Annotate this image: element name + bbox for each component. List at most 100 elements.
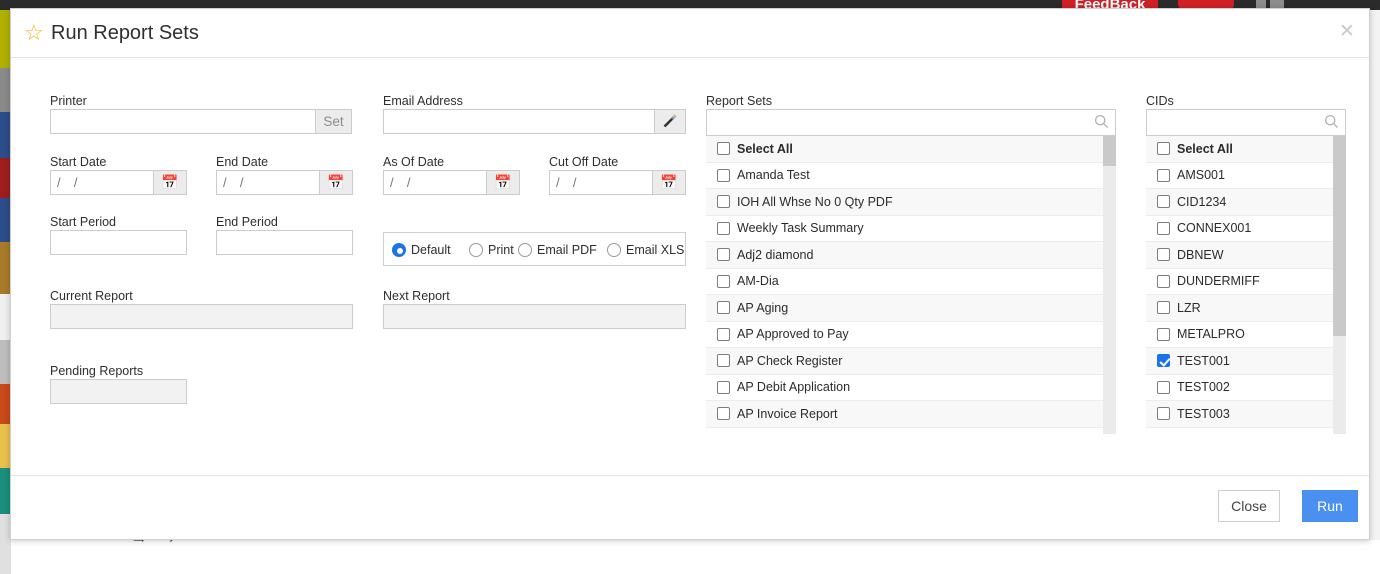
report-set-checkbox[interactable] [717,248,730,261]
list-item[interactable]: TEST002 [1146,375,1346,402]
report-set-label: AP Aging [737,301,788,315]
cid-checkbox[interactable] [1157,248,1170,261]
start-period-label: Start Period [50,215,116,229]
cid-label: TEST001 [1177,354,1230,368]
list-item[interactable]: AMS001 [1146,163,1346,190]
report-sets-search-input[interactable] [707,110,1115,135]
cid-checkbox[interactable] [1157,381,1170,394]
list-item[interactable]: AP Approved to Pay [706,322,1116,349]
list-item[interactable] [1146,428,1346,435]
report-set-checkbox[interactable] [717,275,730,288]
end-period-input[interactable] [216,230,353,255]
dialog-footer: Close Run [11,475,1369,539]
email-address-input[interactable] [383,109,655,134]
report-set-label: Amanda Test [737,168,810,182]
cut-off-date-input[interactable] [549,170,653,195]
list-item[interactable] [706,428,1116,435]
run-report-sets-dialog: ☆ Run Report Sets ✕ Printer Set Start Da… [10,8,1370,540]
as-of-date-calendar-icon[interactable]: 📅 [487,170,520,195]
cids-scrollbar[interactable] [1333,136,1346,434]
end-period-label: End Period [216,215,278,229]
cids-search-input[interactable] [1147,110,1345,135]
cid-checkbox[interactable] [1157,195,1170,208]
report-set-checkbox[interactable] [717,169,730,182]
list-item[interactable]: LZR [1146,295,1346,322]
list-item[interactable]: AP Aging [706,295,1116,322]
list-item[interactable]: DBNEW [1146,242,1346,269]
list-item[interactable]: DUNDERMIFF [1146,269,1346,296]
list-item[interactable]: AP Invoice Report [706,401,1116,428]
list-item[interactable]: AP Debit Application [706,375,1116,402]
end-date-calendar-icon[interactable]: 📅 [320,170,353,195]
list-item[interactable]: TEST003 [1146,401,1346,428]
cid-checkbox[interactable] [1157,222,1170,235]
list-item[interactable]: CONNEX001 [1146,216,1346,243]
list-item[interactable]: IOH All Whse No 0 Qty PDF [706,189,1116,216]
list-item[interactable]: TEST001 [1146,348,1346,375]
report-sets-list[interactable]: Select All Amanda Test IOH All Whse No 0 Q… [706,136,1116,434]
list-item[interactable]: Select All [1146,136,1346,163]
cid-label: Select All [1177,142,1233,156]
list-item[interactable]: Select All [706,136,1116,163]
report-set-checkbox[interactable] [717,407,730,420]
output-mode-radio-group: Default Print Email PDF Email XLS [383,232,686,266]
radio-print[interactable]: Print [469,239,514,261]
as-of-date-input[interactable] [383,170,487,195]
report-sets-scroll-thumb[interactable] [1103,136,1116,166]
list-item[interactable]: AM-Dia [706,269,1116,296]
report-set-label: Weekly Task Summary [737,221,864,235]
report-sets-search-box[interactable] [706,109,1116,136]
start-date-input[interactable] [50,170,154,195]
cid-checkbox[interactable] [1157,301,1170,314]
cid-checkbox[interactable] [1157,142,1170,155]
cid-checkbox[interactable] [1157,275,1170,288]
list-item[interactable]: METALPRO [1146,322,1346,349]
cids-search-box[interactable] [1146,109,1346,136]
close-icon[interactable]: ✕ [1338,23,1356,41]
report-set-checkbox[interactable] [717,328,730,341]
list-item[interactable]: Amanda Test [706,163,1116,190]
start-date-calendar-icon[interactable]: 📅 [154,170,187,195]
radio-default-label: Default [411,243,451,257]
report-set-checkbox[interactable] [717,195,730,208]
end-date-label: End Date [216,155,268,169]
report-sets-scrollbar[interactable] [1103,136,1116,434]
cid-checkbox[interactable] [1157,328,1170,341]
cids-scroll-thumb[interactable] [1333,136,1346,336]
report-set-checkbox[interactable] [717,354,730,367]
run-button[interactable]: Run [1302,490,1358,522]
cid-label: CONNEX001 [1177,221,1251,235]
cid-checkbox[interactable] [1157,354,1170,367]
radio-default[interactable]: Default [392,239,451,261]
report-set-checkbox[interactable] [717,381,730,394]
next-report-input [383,304,686,329]
printer-set-button[interactable]: Set [316,109,352,134]
cids-list[interactable]: Select All AMS001 CID1234 CONNEX001 DBNEW DUN… [1146,136,1346,434]
cids-label: CIDs [1146,94,1174,108]
pending-reports-input [50,379,187,404]
cid-label: AMS001 [1177,168,1225,182]
list-item[interactable]: Weekly Task Summary [706,216,1116,243]
cid-checkbox[interactable] [1157,169,1170,182]
report-set-checkbox[interactable] [717,301,730,314]
list-item[interactable]: CID1234 [1146,189,1346,216]
star-icon[interactable]: ☆ [24,23,44,43]
next-report-label: Next Report [383,289,450,303]
list-item[interactable]: AP Check Register [706,348,1116,375]
start-period-input[interactable] [50,230,187,255]
magic-wand-icon[interactable] [655,109,686,134]
radio-print-label: Print [488,243,514,257]
close-button[interactable]: Close [1218,490,1280,522]
cid-label: DUNDERMIFF [1177,274,1260,288]
end-date-input[interactable] [216,170,320,195]
list-item[interactable]: Adj2 diamond [706,242,1116,269]
cid-checkbox[interactable] [1157,407,1170,420]
report-set-checkbox[interactable] [717,222,730,235]
cut-off-date-calendar-icon[interactable]: 📅 [653,170,686,195]
cut-off-date-label: Cut Off Date [549,155,618,169]
radio-email-xls[interactable]: Email XLS [607,239,684,261]
radio-email-pdf[interactable]: Email PDF [518,239,597,261]
printer-input[interactable] [50,109,316,134]
as-of-date-label: As Of Date [383,155,444,169]
report-set-checkbox[interactable] [717,142,730,155]
